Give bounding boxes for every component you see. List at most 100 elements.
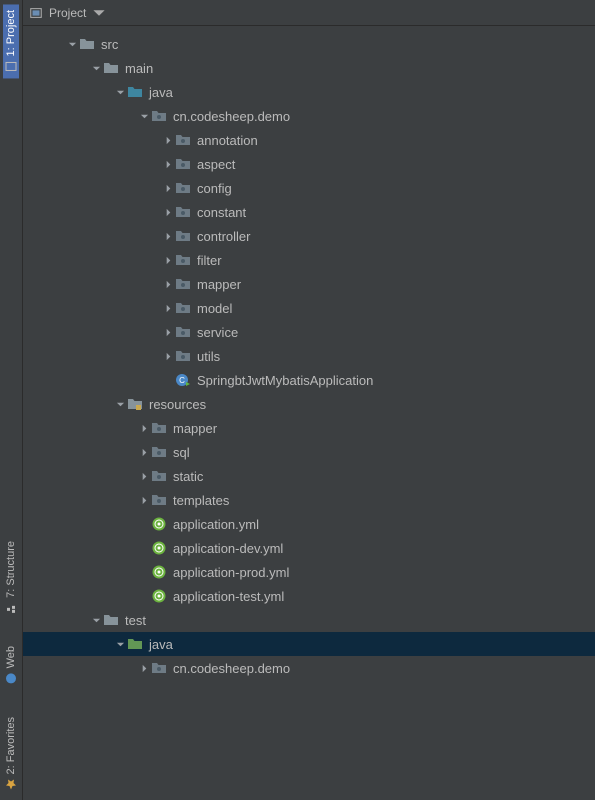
no-arrow bbox=[163, 375, 173, 385]
yml-icon bbox=[151, 564, 167, 580]
tree-node-label: mapper bbox=[197, 277, 241, 292]
tree-node[interactable]: mapper bbox=[23, 272, 595, 296]
chevron-right-icon[interactable] bbox=[163, 183, 173, 193]
package-icon bbox=[175, 276, 191, 292]
sidebar-item-structure[interactable]: 7: Structure bbox=[3, 535, 19, 620]
chevron-down-icon[interactable] bbox=[91, 63, 101, 73]
chevron-right-icon[interactable] bbox=[163, 135, 173, 145]
chevron-right-icon[interactable] bbox=[139, 471, 149, 481]
tree-node[interactable]: cn.codesheep.demo bbox=[23, 104, 595, 128]
chevron-right-icon[interactable] bbox=[139, 495, 149, 505]
dropdown-arrow-icon[interactable] bbox=[92, 6, 106, 20]
tree-node-label: utils bbox=[197, 349, 220, 364]
tree-node[interactable]: application-prod.yml bbox=[23, 560, 595, 584]
tree-node[interactable]: static bbox=[23, 464, 595, 488]
tree-node-label: application.yml bbox=[173, 517, 259, 532]
folder-icon bbox=[79, 36, 95, 52]
sidebar-item-favorites[interactable]: 2: Favorites bbox=[3, 711, 19, 796]
tree-node[interactable]: application-test.yml bbox=[23, 584, 595, 608]
chevron-right-icon[interactable] bbox=[163, 231, 173, 241]
tree-node-label: model bbox=[197, 301, 232, 316]
package-icon bbox=[151, 444, 167, 460]
project-icon bbox=[5, 60, 17, 72]
chevron-down-icon[interactable] bbox=[115, 87, 125, 97]
chevron-down-icon[interactable] bbox=[91, 615, 101, 625]
folder-source-icon bbox=[127, 84, 143, 100]
tree-node[interactable]: aspect bbox=[23, 152, 595, 176]
tree-node-label: resources bbox=[149, 397, 206, 412]
package-icon bbox=[151, 108, 167, 124]
no-arrow bbox=[139, 591, 149, 601]
chevron-right-icon[interactable] bbox=[163, 159, 173, 169]
package-icon bbox=[175, 348, 191, 364]
tree-node-label: sql bbox=[173, 445, 190, 460]
sidebar-item-label: 1: Project bbox=[5, 10, 17, 56]
tree-node-label: application-test.yml bbox=[173, 589, 284, 604]
sidebar-item-label: 2: Favorites bbox=[5, 717, 17, 774]
tree-node[interactable]: mapper bbox=[23, 416, 595, 440]
tree-node[interactable]: annotation bbox=[23, 128, 595, 152]
folder-icon bbox=[103, 612, 119, 628]
tree-node[interactable]: application.yml bbox=[23, 512, 595, 536]
chevron-right-icon[interactable] bbox=[139, 423, 149, 433]
chevron-down-icon[interactable] bbox=[115, 639, 125, 649]
tree-node[interactable]: test bbox=[23, 608, 595, 632]
sidebar-item-web[interactable]: Web bbox=[3, 640, 19, 690]
package-icon bbox=[151, 468, 167, 484]
chevron-right-icon[interactable] bbox=[139, 447, 149, 457]
web-icon bbox=[5, 673, 17, 685]
tree-node[interactable]: src bbox=[23, 32, 595, 56]
yml-icon bbox=[151, 588, 167, 604]
tree-node-label: templates bbox=[173, 493, 229, 508]
tree-node-label: src bbox=[101, 37, 118, 52]
tree-node[interactable]: constant bbox=[23, 200, 595, 224]
project-panel: Project srcmainjavacn.codesheep.demoanno… bbox=[23, 0, 595, 800]
chevron-down-icon[interactable] bbox=[139, 111, 149, 121]
yml-icon bbox=[151, 540, 167, 556]
tree-node[interactable]: config bbox=[23, 176, 595, 200]
class-run-icon: C bbox=[175, 372, 191, 388]
tree-node[interactable]: resources bbox=[23, 392, 595, 416]
package-icon bbox=[151, 660, 167, 676]
tree-node-label: static bbox=[173, 469, 203, 484]
chevron-right-icon[interactable] bbox=[163, 303, 173, 313]
project-icon bbox=[29, 6, 43, 20]
tree-node[interactable]: cn.codesheep.demo bbox=[23, 656, 595, 680]
project-toolbar: Project bbox=[23, 0, 595, 26]
chevron-down-icon[interactable] bbox=[115, 399, 125, 409]
tree-node[interactable]: utils bbox=[23, 344, 595, 368]
tree-node[interactable]: application-dev.yml bbox=[23, 536, 595, 560]
yml-icon bbox=[151, 516, 167, 532]
chevron-right-icon[interactable] bbox=[139, 663, 149, 673]
sidebar-item-label: 7: Structure bbox=[5, 541, 17, 598]
tree-node[interactable]: main bbox=[23, 56, 595, 80]
chevron-right-icon[interactable] bbox=[163, 351, 173, 361]
sidebar-top-group: 1: Project bbox=[0, 4, 22, 78]
no-arrow bbox=[139, 519, 149, 529]
sidebar-item-project[interactable]: 1: Project bbox=[3, 4, 19, 78]
tree-node[interactable]: model bbox=[23, 296, 595, 320]
tree-node[interactable]: java bbox=[23, 80, 595, 104]
tree-node-label: cn.codesheep.demo bbox=[173, 109, 290, 124]
tree-node-label: annotation bbox=[197, 133, 258, 148]
tree-node[interactable]: java bbox=[23, 632, 595, 656]
tree-node[interactable]: sql bbox=[23, 440, 595, 464]
chevron-right-icon[interactable] bbox=[163, 207, 173, 217]
svg-text:C: C bbox=[179, 376, 185, 385]
tree-node[interactable]: controller bbox=[23, 224, 595, 248]
project-tree[interactable]: srcmainjavacn.codesheep.demoannotationas… bbox=[23, 26, 595, 800]
folder-resource-icon bbox=[127, 396, 143, 412]
no-arrow bbox=[139, 567, 149, 577]
package-icon bbox=[175, 180, 191, 196]
chevron-right-icon[interactable] bbox=[163, 327, 173, 337]
tree-node[interactable]: templates bbox=[23, 488, 595, 512]
tree-node[interactable]: CSpringbtJwtMybatisApplication bbox=[23, 368, 595, 392]
project-view-label[interactable]: Project bbox=[49, 6, 86, 20]
chevron-down-icon[interactable] bbox=[67, 39, 77, 49]
chevron-right-icon[interactable] bbox=[163, 279, 173, 289]
tree-node-label: service bbox=[197, 325, 238, 340]
package-icon bbox=[175, 228, 191, 244]
chevron-right-icon[interactable] bbox=[163, 255, 173, 265]
tree-node[interactable]: service bbox=[23, 320, 595, 344]
tree-node[interactable]: filter bbox=[23, 248, 595, 272]
